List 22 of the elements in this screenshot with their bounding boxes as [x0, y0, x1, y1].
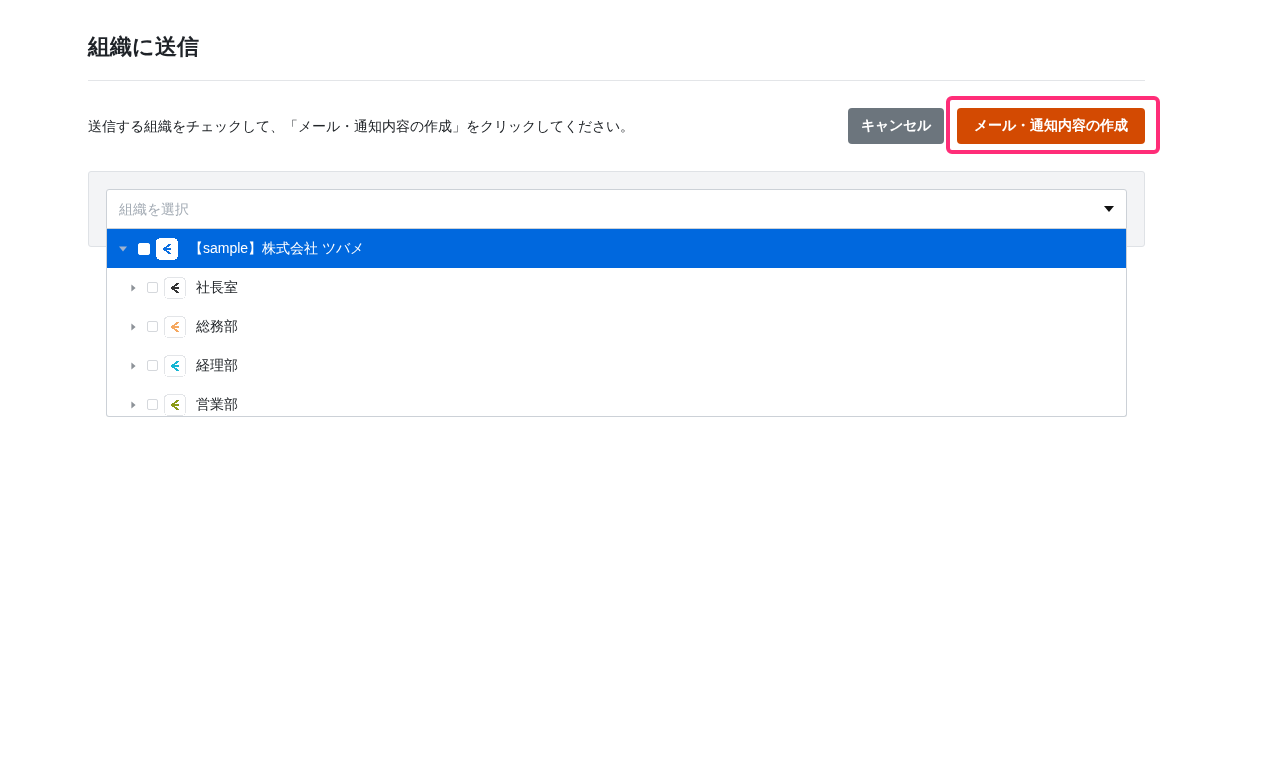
checkbox[interactable]: [147, 321, 158, 332]
checkbox[interactable]: [147, 399, 158, 410]
chevron-logo-icon: [164, 354, 186, 377]
caret-down-icon[interactable]: [1104, 206, 1114, 212]
chevron-logo-icon: [164, 315, 186, 338]
instruction-text: 送信する組織をチェックして、「メール・通知内容の作成」をクリックしてください。: [88, 117, 634, 136]
tree-item[interactable]: 経理部: [107, 346, 1126, 385]
caret-right-icon[interactable]: [130, 400, 137, 409]
caret-right-icon[interactable]: [130, 361, 137, 370]
page-title: 組織に送信: [88, 33, 199, 61]
create-message-button[interactable]: メール・通知内容の作成: [957, 108, 1145, 144]
chevron-logo-icon: [156, 237, 178, 260]
caret-right-icon[interactable]: [130, 283, 137, 292]
checkbox[interactable]: [147, 282, 158, 293]
cancel-button[interactable]: キャンセル: [848, 108, 944, 144]
org-select-field[interactable]: 組織を選択: [106, 189, 1127, 229]
tree-item[interactable]: 総務部: [107, 307, 1126, 346]
checkbox[interactable]: [147, 360, 158, 371]
chevron-logo-icon: [164, 276, 186, 299]
caret-right-icon[interactable]: [130, 322, 137, 331]
tree-item[interactable]: 社長室: [107, 268, 1126, 307]
tree-item[interactable]: 営業部: [107, 385, 1126, 416]
